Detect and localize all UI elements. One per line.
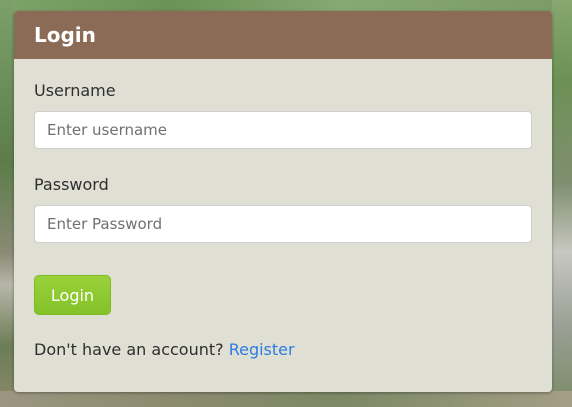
username-input[interactable] <box>34 111 532 149</box>
login-button[interactable]: Login <box>34 275 111 315</box>
login-form: Username Password Login Don't have an ac… <box>14 59 552 359</box>
register-link[interactable]: Register <box>229 340 295 359</box>
register-prompt: Don't have an account? Register <box>34 340 532 359</box>
username-group: Username <box>34 81 532 149</box>
password-input[interactable] <box>34 205 532 243</box>
register-prompt-text: Don't have an account? <box>34 340 229 359</box>
username-label: Username <box>34 81 116 100</box>
card-header: Login <box>14 11 552 59</box>
background-landscape-bottom <box>0 391 572 407</box>
page-title: Login <box>34 23 96 47</box>
password-group: Password <box>34 175 532 243</box>
background-landscape-right <box>552 0 572 407</box>
password-label: Password <box>34 175 109 194</box>
login-card: Login Username Password Login Don't have… <box>14 11 552 392</box>
background-landscape-left <box>0 0 14 407</box>
